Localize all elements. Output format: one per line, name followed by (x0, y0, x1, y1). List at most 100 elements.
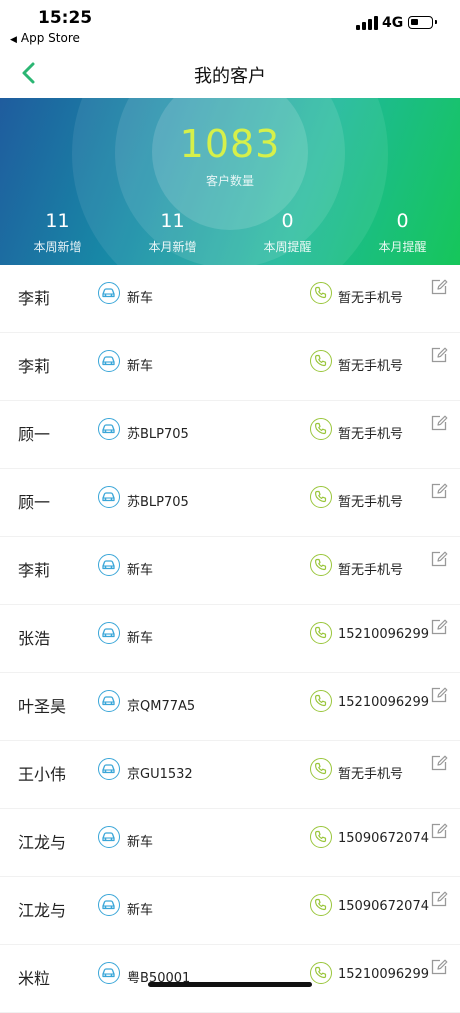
phone-icon[interactable] (310, 690, 332, 712)
customer-phone: 15210096299 (338, 967, 429, 982)
stat-value: 11 (45, 210, 70, 232)
car-icon (98, 554, 120, 576)
customer-name: 李莉 (18, 357, 51, 376)
car-icon (98, 418, 120, 440)
car-plate: 新车 (127, 563, 154, 578)
customer-phone: 暂无手机号 (338, 495, 404, 510)
edit-icon[interactable] (430, 686, 448, 704)
signal-icon (356, 16, 378, 30)
customer-phone: 暂无手机号 (338, 359, 404, 374)
customer-name: 江龙与 (18, 833, 67, 852)
car-plate: 新车 (127, 291, 154, 306)
car-icon (98, 282, 120, 304)
customer-list: 李莉 新车 暂无手机号 李莉 新车 暂无手机号 顾一 苏BLP705 暂无手机号… (0, 265, 460, 1013)
customer-phone: 暂无手机号 (338, 291, 404, 306)
customer-name: 顾一 (18, 493, 51, 512)
customer-phone: 暂无手机号 (338, 563, 404, 578)
phone-icon[interactable] (310, 894, 332, 916)
edit-icon[interactable] (430, 278, 448, 296)
customer-row[interactable]: 张浩 新车 15210096299 (0, 605, 460, 673)
phone-icon[interactable] (310, 486, 332, 508)
back-to-app-link[interactable]: ◀ App Store (10, 31, 80, 45)
back-triangle-icon: ◀ (10, 35, 17, 45)
customer-row[interactable]: 江龙与 新车 15090672074 (0, 809, 460, 877)
status-time: 15:25 (38, 8, 93, 28)
car-plate: 新车 (127, 835, 154, 850)
phone-icon[interactable] (310, 350, 332, 372)
customer-row[interactable]: 李莉 新车 暂无手机号 (0, 265, 460, 333)
edit-icon[interactable] (430, 958, 448, 976)
customer-phone: 15090672074 (338, 899, 429, 914)
customer-row[interactable]: 王小伟 京GU1532 暂无手机号 (0, 741, 460, 809)
car-plate: 新车 (127, 903, 154, 918)
edit-icon[interactable] (430, 550, 448, 568)
edit-icon[interactable] (430, 414, 448, 432)
car-icon (98, 894, 120, 916)
stat-week-new[interactable]: 11 本周新增 (0, 210, 115, 255)
edit-icon[interactable] (430, 618, 448, 636)
edit-icon[interactable] (430, 890, 448, 908)
phone-icon[interactable] (310, 418, 332, 440)
customer-total-label: 客户数量 (205, 174, 254, 188)
phone-icon[interactable] (310, 622, 332, 644)
stat-label: 本月提醒 (378, 240, 427, 254)
battery-icon (408, 16, 437, 29)
customer-name: 顾一 (18, 425, 51, 444)
stat-label: 本周新增 (33, 240, 82, 254)
nav-bar: 我的客户 (0, 50, 460, 98)
phone-icon[interactable] (310, 282, 332, 304)
customer-phone: 15090672074 (338, 831, 429, 846)
phone-icon[interactable] (310, 758, 332, 780)
customer-name: 王小伟 (18, 765, 67, 784)
stat-label: 本月新增 (148, 240, 197, 254)
edit-icon[interactable] (430, 482, 448, 500)
car-plate: 苏BLP705 (127, 427, 189, 442)
home-indicator[interactable] (148, 982, 312, 987)
customer-phone: 暂无手机号 (338, 427, 404, 442)
car-plate: 苏BLP705 (127, 495, 189, 510)
customer-row[interactable]: 顾一 苏BLP705 暂无手机号 (0, 401, 460, 469)
summary-banner: 1083 客户数量 11 本周新增 11 本月新增 0 本周提醒 0 本月提醒 (0, 98, 460, 265)
car-icon (98, 962, 120, 984)
edit-icon[interactable] (430, 346, 448, 364)
customer-name: 米粒 (18, 969, 51, 988)
car-icon (98, 826, 120, 848)
phone-icon[interactable] (310, 554, 332, 576)
customer-name: 叶圣昊 (18, 697, 67, 716)
car-plate: 新车 (127, 359, 154, 374)
car-icon (98, 486, 120, 508)
car-plate: 京GU1532 (127, 767, 193, 782)
customer-name: 江龙与 (18, 901, 67, 920)
back-app-label: App Store (20, 31, 80, 45)
customer-row[interactable]: 叶圣昊 京QM77A5 15210096299 (0, 673, 460, 741)
stat-month-reminder[interactable]: 0 本月提醒 (345, 210, 460, 255)
car-icon (98, 622, 120, 644)
customer-phone: 暂无手机号 (338, 767, 404, 782)
customer-row[interactable]: 顾一 苏BLP705 暂无手机号 (0, 469, 460, 537)
customer-row[interactable]: 李莉 新车 暂无手机号 (0, 333, 460, 401)
edit-icon[interactable] (430, 822, 448, 840)
car-plate: 京QM77A5 (127, 699, 196, 714)
car-icon (98, 350, 120, 372)
customer-row[interactable]: 李莉 新车 暂无手机号 (0, 537, 460, 605)
stat-month-new[interactable]: 11 本月新增 (115, 210, 230, 255)
customer-row[interactable]: 米粒 粤B50001 15210096299 (0, 945, 460, 1013)
customer-total: 1083 (179, 122, 281, 166)
customer-row[interactable]: 江龙与 新车 15090672074 (0, 877, 460, 945)
stat-value: 0 (396, 210, 409, 232)
customer-name: 李莉 (18, 289, 51, 308)
stat-value: 11 (160, 210, 185, 232)
phone-icon[interactable] (310, 826, 332, 848)
car-plate: 新车 (127, 631, 154, 646)
stat-value: 0 (281, 210, 294, 232)
status-bar: 15:25 ◀ App Store 4G (0, 0, 460, 50)
phone-icon[interactable] (310, 962, 332, 984)
stat-week-reminder[interactable]: 0 本周提醒 (230, 210, 345, 255)
stat-label: 本周提醒 (263, 240, 312, 254)
customer-name: 张浩 (18, 629, 51, 648)
car-icon (98, 690, 120, 712)
edit-icon[interactable] (430, 754, 448, 772)
network-type: 4G (382, 15, 404, 31)
customer-name: 李莉 (18, 561, 51, 580)
customer-phone: 15210096299 (338, 627, 429, 642)
